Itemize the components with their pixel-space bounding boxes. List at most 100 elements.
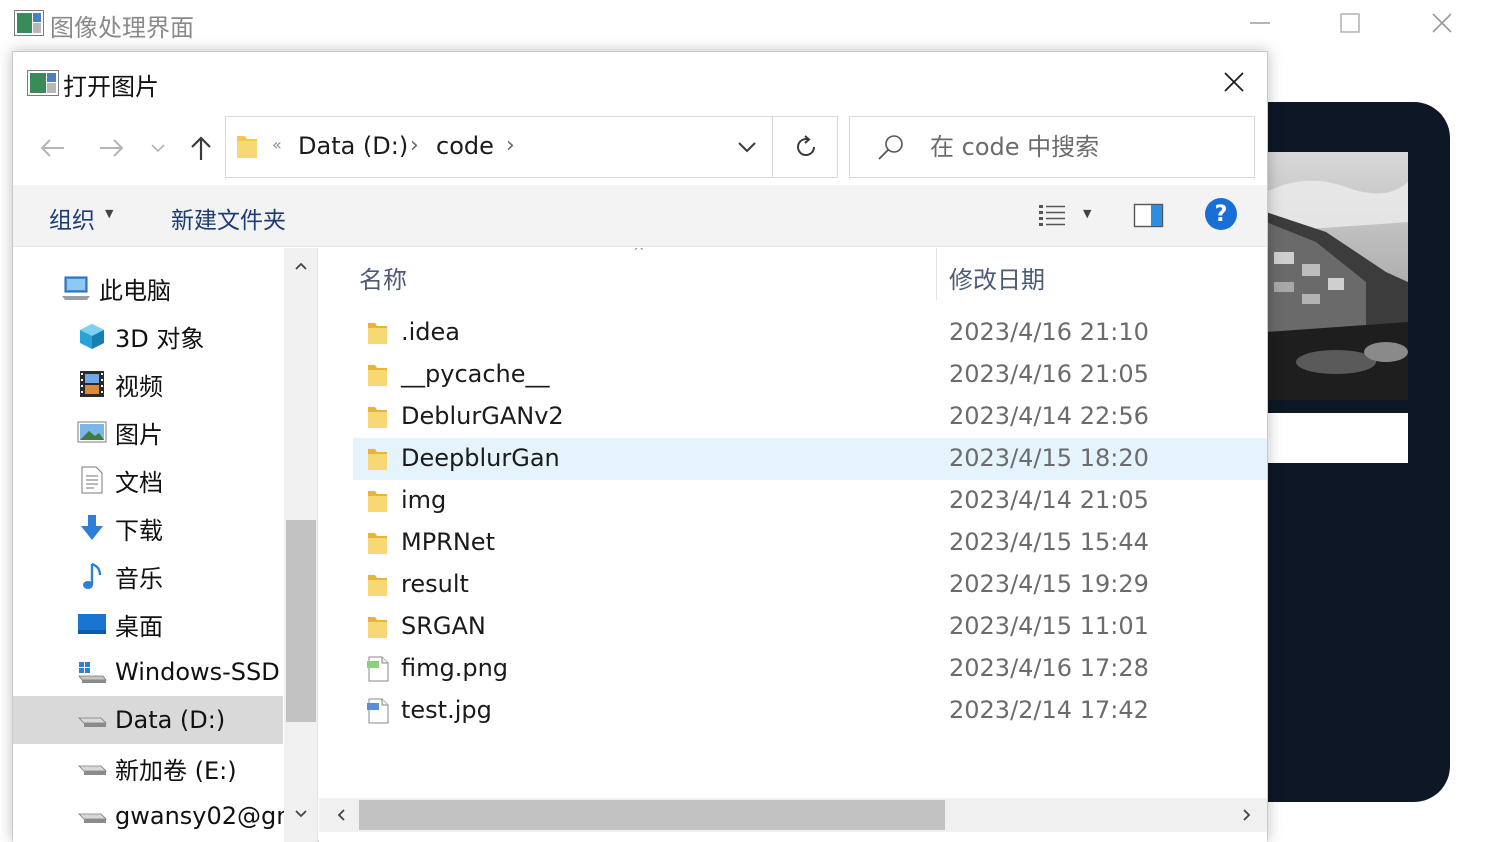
nav-item-label: 文档: [115, 468, 163, 497]
breadcrumb-segment-code[interactable]: code: [436, 132, 494, 160]
column-header-name[interactable]: 名称: [359, 260, 407, 295]
folder-icon: [365, 572, 391, 598]
file-name: result: [401, 570, 469, 598]
search-input[interactable]: [930, 131, 1240, 163]
horizontal-scrollbar[interactable]: [319, 798, 1267, 832]
column-divider[interactable]: [936, 248, 937, 300]
forward-arrow-icon[interactable]: [93, 130, 129, 166]
file-list: 名称 ^ 修改日期 .idea 2023/4/16 21:10 __pycache_…: [319, 248, 1267, 842]
file-name: DeblurGANv2: [401, 402, 564, 430]
organize-button[interactable]: 组织: [49, 201, 95, 235]
nav-item-label: Data (D:): [115, 706, 226, 734]
column-header-date[interactable]: 修改日期: [949, 260, 1045, 295]
breadcrumb-segment-drive[interactable]: Data (D:): [298, 132, 408, 160]
app-titlebar: 图像处理界面: [0, 0, 1487, 46]
nav-item-videos[interactable]: 视频: [13, 360, 283, 408]
minimize-icon[interactable]: [1238, 6, 1282, 40]
nav-item-3d-objects[interactable]: 3D 对象: [13, 312, 283, 360]
file-row[interactable]: SRGAN 2023/4/15 11:01: [353, 606, 1267, 648]
nav-item-label: 下载: [115, 516, 163, 545]
file-row[interactable]: DeblurGANv2 2023/4/14 22:56: [353, 396, 1267, 438]
scrollbar-thumb[interactable]: [286, 520, 316, 722]
back-arrow-icon[interactable]: [35, 130, 71, 166]
command-bar: 组织 ▼ 新建文件夹 ▼ ?: [13, 185, 1267, 247]
nav-item-network-drive[interactable]: gwansy02@gm: [13, 792, 300, 840]
nav-item-pictures[interactable]: 图片: [13, 408, 283, 456]
file-modified-date: 2023/4/14 21:05: [949, 486, 1149, 514]
file-modified-date: 2023/4/15 15:44: [949, 528, 1149, 556]
scroll-left-icon[interactable]: [331, 804, 351, 826]
scroll-right-icon[interactable]: [1237, 804, 1257, 826]
recent-locations-chevron-icon[interactable]: [143, 130, 173, 166]
file-modified-date: 2023/4/15 18:20: [949, 444, 1149, 472]
desktop-icon: [77, 609, 107, 639]
cube-icon: [77, 321, 107, 351]
file-row[interactable]: __pycache__ 2023/4/16 21:05: [353, 354, 1267, 396]
nav-item-this-pc[interactable]: 此电脑: [13, 264, 283, 312]
nav-item-label: 新加卷 (E:): [115, 756, 237, 785]
help-icon[interactable]: ?: [1205, 198, 1237, 230]
scroll-up-icon[interactable]: [284, 254, 317, 278]
file-name: MPRNet: [401, 528, 495, 556]
folder-icon: [365, 404, 391, 430]
breadcrumb-overflow[interactable]: «: [272, 135, 282, 154]
nav-item-label: gwansy02@gm: [115, 802, 300, 830]
drive-icon: [77, 801, 107, 831]
app-title: 图像处理界面: [50, 14, 194, 42]
preview-image: [1266, 152, 1408, 400]
download-icon: [77, 513, 107, 543]
file-modified-date: 2023/4/14 22:56: [949, 402, 1149, 430]
nav-item-downloads[interactable]: 下载: [13, 504, 283, 552]
file-row[interactable]: .idea 2023/4/16 21:10: [353, 312, 1267, 354]
file-name: __pycache__: [401, 360, 550, 388]
app-icon: [14, 10, 44, 36]
breadcrumb-separator-icon[interactable]: ›: [410, 133, 419, 158]
dialog-titlebar: 打开图片: [13, 52, 1267, 112]
drive-icon: [77, 753, 107, 783]
scrollbar-thumb[interactable]: [359, 800, 945, 830]
nav-item-windows-ssd[interactable]: Windows-SSD: [13, 648, 283, 696]
file-row[interactable]: img 2023/4/14 21:05: [353, 480, 1267, 522]
file-row[interactable]: MPRNet 2023/4/15 15:44: [353, 522, 1267, 564]
folder-icon: [365, 362, 391, 388]
search-box[interactable]: [849, 116, 1255, 178]
file-name: SRGAN: [401, 612, 486, 640]
file-modified-date: 2023/4/16 21:10: [949, 318, 1149, 346]
nav-item-data-drive[interactable]: Data (D:): [13, 696, 283, 744]
up-arrow-icon[interactable]: [183, 130, 219, 166]
scroll-down-icon[interactable]: [284, 802, 317, 826]
maximize-icon[interactable]: [1328, 6, 1372, 40]
windows-drive-icon: [77, 657, 107, 687]
nav-item-documents[interactable]: 文档: [13, 456, 283, 504]
new-folder-button[interactable]: 新建文件夹: [171, 201, 286, 235]
nav-item-new-volume[interactable]: 新加卷 (E:): [13, 744, 283, 792]
folder-icon: [365, 530, 391, 556]
computer-icon: [61, 273, 91, 303]
nav-pane-scrollbar[interactable]: [284, 248, 317, 842]
nav-item-label: 视频: [115, 372, 163, 401]
preview-pane-icon[interactable]: [1133, 201, 1165, 231]
address-dropdown-icon[interactable]: [722, 117, 772, 177]
close-icon[interactable]: [1420, 6, 1464, 40]
file-row[interactable]: fimg.png 2023/4/16 17:28: [353, 648, 1267, 690]
breadcrumb-separator-icon[interactable]: ›: [506, 133, 515, 158]
folder-icon: [365, 320, 391, 346]
nav-item-music[interactable]: 音乐: [13, 552, 283, 600]
view-options-icon[interactable]: [1035, 199, 1069, 233]
refresh-icon[interactable]: [772, 117, 838, 177]
png-file-icon: [365, 656, 391, 682]
organize-dropdown-icon[interactable]: ▼: [105, 207, 113, 220]
file-row[interactable]: DeepblurGan 2023/4/15 18:20: [353, 438, 1267, 480]
file-name: test.jpg: [401, 696, 492, 724]
nav-item-label: Windows-SSD: [115, 658, 280, 686]
file-modified-date: 2023/4/15 19:29: [949, 570, 1149, 598]
nav-item-desktop[interactable]: 桌面: [13, 600, 283, 648]
music-icon: [77, 561, 107, 591]
preview-caption-box: [1266, 413, 1408, 463]
file-row[interactable]: test.jpg 2023/2/14 17:42: [353, 690, 1267, 732]
file-row[interactable]: result 2023/4/15 19:29: [353, 564, 1267, 606]
address-bar[interactable]: « Data (D:) › code ›: [225, 116, 838, 178]
file-name: .idea: [401, 318, 461, 346]
dialog-close-icon[interactable]: [1211, 64, 1257, 100]
view-options-dropdown-icon[interactable]: ▼: [1083, 207, 1091, 220]
